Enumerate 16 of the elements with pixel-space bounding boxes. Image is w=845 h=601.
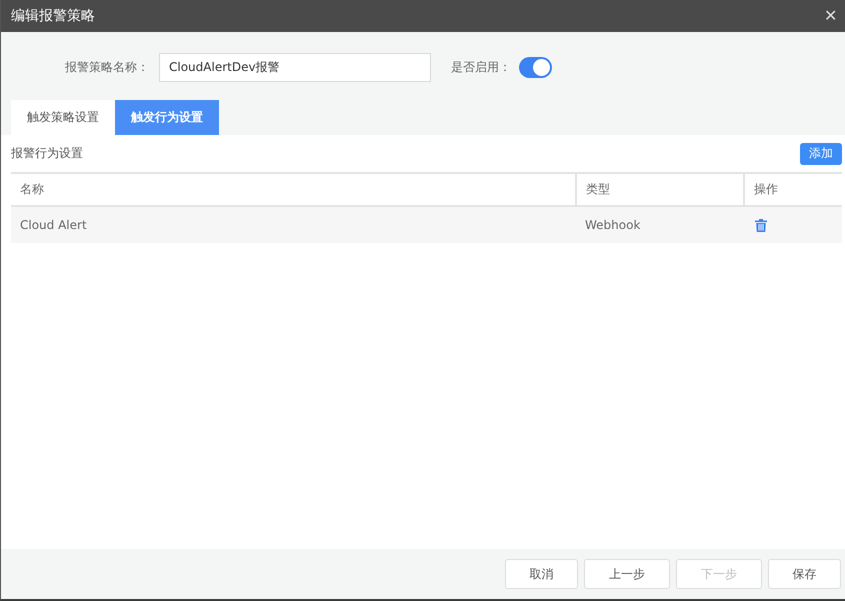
- close-button[interactable]: ✕: [820, 6, 841, 26]
- delete-icon[interactable]: [755, 218, 767, 232]
- footer-button[interactable]: 取消: [505, 559, 578, 589]
- footer-button[interactable]: 保存: [768, 559, 841, 589]
- field-label: 是否启用：: [451, 58, 511, 76]
- toggle-switch[interactable]: [519, 56, 552, 78]
- column-header: 类型: [576, 173, 744, 206]
- input-field[interactable]: CloudAlertDev报警: [159, 52, 431, 82]
- footer-button[interactable]: 上一步: [584, 559, 670, 589]
- table-cell: Webhook: [576, 206, 744, 243]
- section-title: 报警行为设置: [11, 145, 83, 162]
- column-header: 名称: [11, 173, 576, 206]
- table-cell: Cloud Alert: [11, 206, 576, 243]
- tab[interactable]: 触发策略设置: [11, 100, 115, 135]
- field-label: 报警策略名称：: [64, 58, 150, 76]
- window-title: 编辑报警策略: [11, 7, 95, 25]
